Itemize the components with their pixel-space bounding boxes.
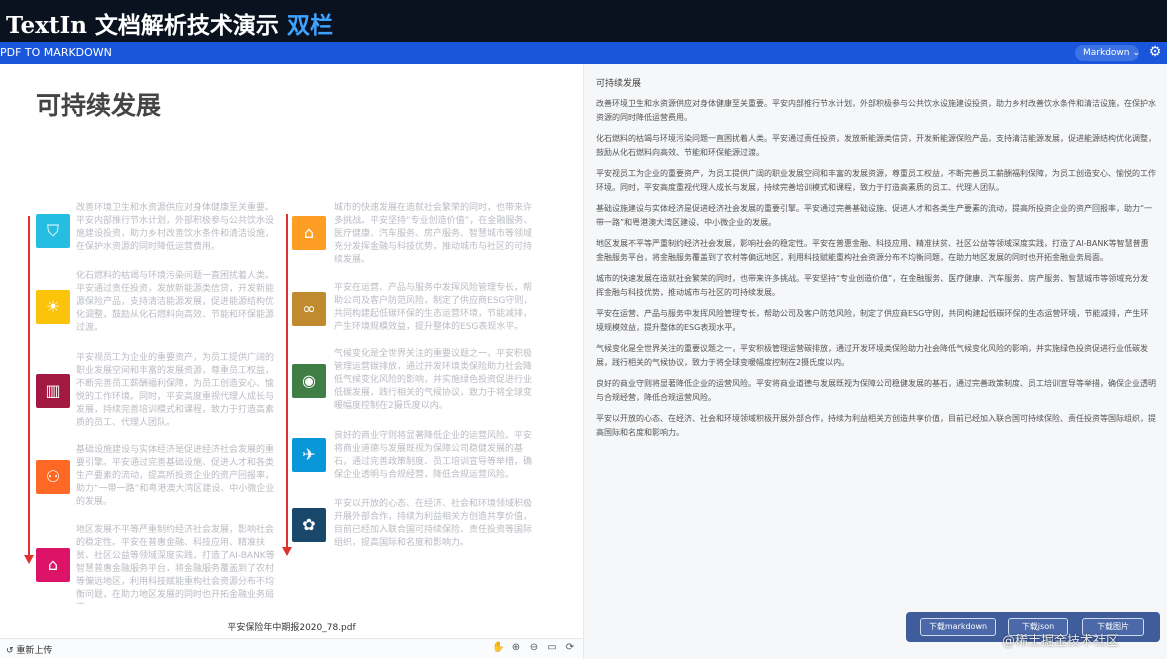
download-markdown-button[interactable]: 下载markdown <box>920 618 996 636</box>
markdown-paragraph: 良好的商业守则将显著降低企业的运营风险。平安将商业道德与发展既视为保障公司稳健发… <box>596 379 1156 402</box>
app-title: PDF TO MARKDOWN <box>0 46 112 59</box>
demo-banner: TextIn 文档解析技术演示 双栏 <box>0 0 1167 42</box>
view-mode-select[interactable]: Markdown ⌄ <box>1075 45 1140 61</box>
sdg-6-icon: ⛉ <box>36 214 70 248</box>
sdg-12-icon: ⌂ <box>292 216 326 250</box>
pdf-paragraph: 平安视员工为企业的重要资产，为员工提供广阔的职业发展空间和丰富的发展资源，尊重员… <box>76 353 275 428</box>
pdf-paragraph: 改善环境卫生和水资源供应对身体健康至关重要。平安内部推行节水计划，外部积极参与公… <box>76 203 275 252</box>
sdg-7-icon: ☀ <box>36 290 70 324</box>
gear-icon[interactable]: ⚙ <box>1147 44 1163 60</box>
sdg-17-icon: ✿ <box>292 508 326 542</box>
pdf-paragraph: 城市的快速发展在造就社会繁荣的同时，也带来许多挑战。平安坚持“专业创造价值”，在… <box>334 203 533 265</box>
view-mode-value: Markdown <box>1083 48 1130 58</box>
fit-page-icon[interactable]: ▭ <box>546 642 558 654</box>
sdg-infinity-icon: ∞ <box>292 292 326 326</box>
watermark: @稀土掘金技术社区 <box>1002 634 1120 649</box>
zoom-out-icon[interactable]: ⊖ <box>528 642 540 654</box>
sdg-11-icon: ⌂ <box>36 548 70 582</box>
reupload-button[interactable]: ↺ 重新上传 <box>6 643 52 656</box>
sdg-8-icon: ▥ <box>36 374 70 408</box>
pdf-paragraph: 气候变化是全世界关注的重要议题之一，平安积极管理运营碳排放，通过开发环境类保险助… <box>334 349 533 411</box>
markdown-paragraph: 基础设施建设与实体经济是促进经济社会发展的重要引擎。平安通过完善基础设施、促进人… <box>596 204 1153 227</box>
chevron-down-icon: ⌄ <box>1132 48 1140 58</box>
sdg-14-icon: ✈ <box>292 438 326 472</box>
reading-order-arrow-right <box>282 214 292 556</box>
app-toolbar: PDF TO MARKDOWN Markdown ⌄ ⚙ <box>0 42 1167 64</box>
hand-icon[interactable]: ✋ <box>492 642 504 654</box>
zoom-in-icon[interactable]: ⊕ <box>510 642 522 654</box>
reupload-label: 重新上传 <box>16 646 53 656</box>
sdg-10-icon: ⚇ <box>36 460 70 494</box>
rotate-icon[interactable]: ⟳ <box>564 642 576 654</box>
pdf-preview-panel[interactable]: 可持续发展 改善环境卫生和水资源供应对身体健康至关重要。平安内部推行节水计划，外… <box>0 64 583 659</box>
markdown-paragraph: 平安视员工为企业的重要资产，为员工提供广阔的职业发展空间和丰富的发展资源，尊重员… <box>596 169 1156 192</box>
markdown-paragraph: 地区发展不平等严重制约经济社会发展，影响社会的稳定性。平安在普惠金融、科技应用、… <box>596 239 1149 262</box>
pdf-paragraph: 平安在运营、产品与服务中发挥风险管理专长，帮助公司及客户防范风险，制定了供应商E… <box>334 283 533 332</box>
preview-bottom-bar: ↺ 重新上传 ✋ ⊕ ⊖ ▭ ⟳ <box>0 638 583 659</box>
pdf-paragraph: 良好的商业守则将显著降低企业的运营风险。平安将商业道德与发展既视为保障公司稳健发… <box>334 431 533 480</box>
banner-highlight: 双栏 <box>286 12 333 39</box>
markdown-paragraph: 改善环境卫生和水资源供应对身体健康至关重要。平安内部推行节水计划，外部积极参与公… <box>596 99 1156 122</box>
markdown-paragraph: 化石燃料的枯竭与环境污染问题一直困扰着人类。平安通过责任投资，发放新能源类信贷，… <box>596 134 1156 157</box>
reading-order-arrow-left <box>24 216 34 564</box>
markdown-heading: 可持续发展 <box>596 79 642 89</box>
pdf-paragraph: 化石燃料的枯竭与环境污染问题一直困扰着人类。平安通过责任投资，发放新能源类信贷，… <box>76 271 275 333</box>
refresh-icon: ↺ <box>6 646 14 656</box>
pdf-paragraph: 地区发展不平等严重制约经济社会发展，影响社会的稳定性。平安在普惠金融、科技应用、… <box>76 525 275 604</box>
pdf-paragraph: 基础设施建设与实体经济是促进经济社会发展的重要引擎。平安通过完善基础设施、促进人… <box>76 445 275 507</box>
markdown-paragraph: 平安在运营、产品与服务中发挥风险管理专长，帮助公司及客户防范风险，制定了供应商E… <box>596 309 1149 332</box>
markdown-paragraph: 气候变化是全世界关注的重要议题之一，平安积极管理运营碳排放，通过开发环境类保险助… <box>596 344 1148 367</box>
pdf-filename: 平安保险年中期报2020_78.pdf <box>227 623 356 633</box>
sdg-13-icon: ◉ <box>292 364 326 398</box>
banner-title: TextIn 文档解析技术演示 双栏 <box>6 12 333 39</box>
markdown-paragraph: 平安以开放的心态、在经济、社会和环境领域积极开展外部合作，持续为利益相关方创造共… <box>596 414 1156 437</box>
viewer-tools: ✋ ⊕ ⊖ ▭ ⟳ <box>492 642 576 654</box>
markdown-content: 可持续发展 改善环境卫生和水资源供应对身体健康至关重要。平安内部推行节水计划，外… <box>596 76 1156 447</box>
markdown-paragraph: 城市的快速发展在造就社会繁荣的同时，也带来许多挑战。平安坚持“专业创造价值”，在… <box>596 274 1149 297</box>
markdown-result-panel[interactable]: 可持续发展 改善环境卫生和水资源供应对身体健康至关重要。平安内部推行节水计划，外… <box>583 64 1167 659</box>
document-heading: 可持续发展 <box>36 91 162 120</box>
pdf-paragraph: 平安以开放的心态、在经济、社会和环境领域积极开展外部合作，持续为利益相关方创造共… <box>334 499 533 548</box>
